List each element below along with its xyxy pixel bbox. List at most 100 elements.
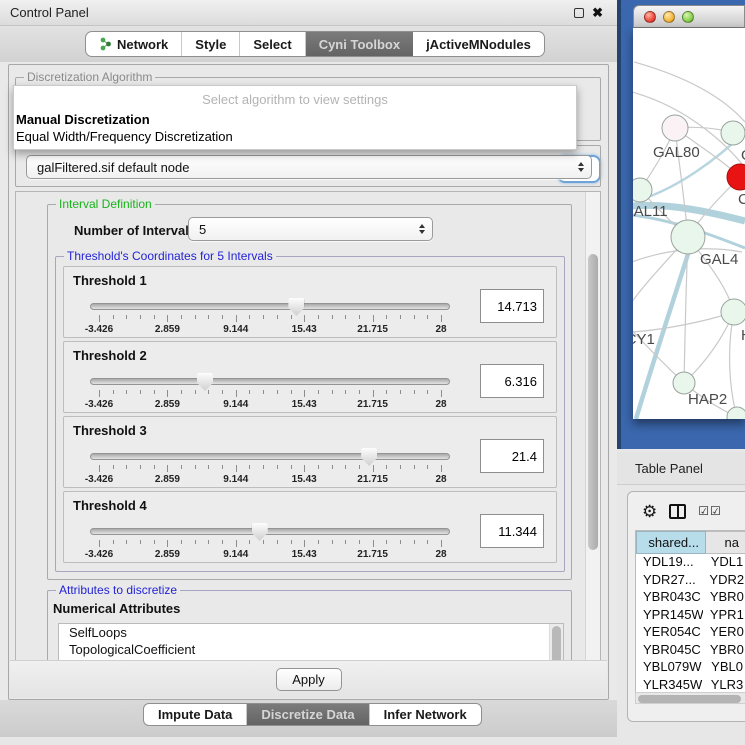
tick-mark bbox=[318, 465, 319, 469]
cell-shared-name[interactable]: YPR145W bbox=[636, 607, 703, 625]
slider-track[interactable] bbox=[90, 378, 450, 385]
table-data-combobox[interactable]: galFiltered.sif default node bbox=[26, 155, 592, 179]
cell-name[interactable]: YPR1 bbox=[703, 607, 745, 625]
number-of-intervals-combobox[interactable]: 5 bbox=[188, 217, 433, 241]
network-node-GAL11[interactable] bbox=[633, 178, 652, 202]
tick-mark bbox=[359, 465, 360, 469]
node-label: GCY1 bbox=[633, 331, 655, 348]
algorithm-option-manual[interactable]: Manual Discretization bbox=[14, 111, 576, 128]
cell-name[interactable]: YDL1 bbox=[704, 554, 745, 572]
threshold-value-field[interactable]: 21.4 bbox=[480, 439, 544, 473]
network-node-GAL4[interactable] bbox=[671, 220, 705, 254]
checkbox-icons[interactable]: ☑☑ bbox=[698, 504, 722, 518]
cell-shared-name[interactable]: YBL079W bbox=[636, 659, 704, 677]
tick-mark bbox=[441, 315, 442, 322]
gear-icon[interactable]: ⚙ bbox=[642, 503, 657, 520]
column-header-name[interactable]: na bbox=[706, 531, 745, 554]
algorithm-option-equal-width[interactable]: Equal Width/Frequency Discretization bbox=[14, 128, 576, 145]
attribute-item[interactable]: SelfLoops bbox=[59, 624, 563, 641]
zoom-traffic-light-icon[interactable] bbox=[682, 11, 694, 23]
close-icon[interactable]: ✖ bbox=[592, 8, 603, 18]
table-row[interactable]: YDL19...YDL1 bbox=[636, 554, 745, 572]
threshold-slider[interactable]: -3.4262.8599.14415.4321.71528 bbox=[90, 445, 450, 485]
network-node-unlabeled[interactable] bbox=[727, 407, 745, 419]
table-panel: ⚙ ☑☑ shared... na YDL19...YDL1YDR27...YD… bbox=[627, 491, 745, 722]
tick-mark bbox=[236, 540, 237, 547]
tick-mark bbox=[181, 390, 182, 394]
cell-name[interactable]: YER0 bbox=[703, 624, 745, 642]
cell-shared-name[interactable]: YBR043C bbox=[636, 589, 703, 607]
tick-mark bbox=[318, 390, 319, 394]
threshold-value-field[interactable]: 11.344 bbox=[480, 514, 544, 548]
cell-name[interactable]: YBL0 bbox=[704, 659, 745, 677]
tick-label: 15.43 bbox=[292, 474, 317, 485]
close-traffic-light-icon[interactable] bbox=[644, 11, 656, 23]
settings-vertical-scrollbar[interactable] bbox=[585, 192, 600, 660]
tick-mark bbox=[277, 540, 278, 544]
threshold-slider[interactable]: -3.4262.8599.14415.4321.71528 bbox=[90, 520, 450, 560]
tick-mark bbox=[373, 465, 374, 472]
tab-network[interactable]: Network bbox=[86, 32, 182, 56]
cell-name[interactable]: YBR0 bbox=[703, 642, 745, 660]
cell-shared-name[interactable]: YER054C bbox=[636, 624, 703, 642]
slider-thumb-icon[interactable] bbox=[288, 298, 304, 316]
threshold-slider[interactable]: -3.4262.8599.14415.4321.71528 bbox=[90, 370, 450, 410]
tick-mark bbox=[277, 465, 278, 469]
table-header-row: shared... na bbox=[636, 531, 745, 554]
tick-mark bbox=[99, 315, 100, 322]
slider-thumb-icon[interactable] bbox=[252, 523, 268, 541]
tick-mark bbox=[181, 540, 182, 544]
tab-style[interactable]: Style bbox=[182, 32, 240, 56]
network-node-H[interactable] bbox=[721, 299, 745, 325]
tab-discretize-data[interactable]: Discretize Data bbox=[247, 704, 369, 725]
slider-track[interactable] bbox=[90, 453, 450, 460]
threshold-panel-3: Threshold 3 -3.4262.8599.14415.4321.7152… bbox=[63, 416, 557, 488]
tick-mark bbox=[154, 390, 155, 394]
table-horizontal-scrollbar[interactable] bbox=[635, 692, 745, 704]
slider-thumb-icon[interactable] bbox=[361, 448, 377, 466]
network-view-window[interactable]: GAL80GACGAL11GAL4GCY1HHAP2 bbox=[617, 0, 745, 449]
table-row[interactable]: YBR043CYBR0 bbox=[636, 589, 745, 607]
slider-track[interactable] bbox=[90, 303, 450, 310]
slider-thumb-icon[interactable] bbox=[197, 373, 213, 391]
cell-name[interactable]: YBR0 bbox=[703, 589, 745, 607]
table-row[interactable]: YPR145WYPR1 bbox=[636, 607, 745, 625]
threshold-value-field[interactable]: 6.316 bbox=[480, 364, 544, 398]
split-columns-icon[interactable] bbox=[669, 504, 686, 519]
tab-select[interactable]: Select bbox=[240, 32, 305, 56]
apply-button[interactable]: Apply bbox=[276, 668, 342, 691]
tab-infer-network[interactable]: Infer Network bbox=[370, 704, 481, 725]
column-header-shared-name[interactable]: shared... bbox=[636, 531, 706, 554]
tab-jactivemnodules[interactable]: jActiveMNodules bbox=[413, 32, 544, 56]
table-row[interactable]: YDR27...YDR2 bbox=[636, 572, 745, 590]
network-node-GAL80[interactable] bbox=[662, 115, 688, 141]
tick-mark bbox=[126, 540, 127, 544]
node-label: GAL4 bbox=[700, 251, 738, 268]
slider-ticks bbox=[90, 315, 450, 323]
tab-cyni-toolbox[interactable]: Cyni Toolbox bbox=[306, 32, 413, 56]
cell-shared-name[interactable]: YBR045C bbox=[636, 642, 703, 660]
float-window-icon[interactable] bbox=[574, 8, 584, 18]
network-canvas[interactable]: GAL80GACGAL11GAL4GCY1HHAP2 bbox=[633, 28, 745, 419]
tick-mark bbox=[140, 540, 141, 544]
scrollbar-thumb[interactable] bbox=[638, 695, 741, 703]
slider-track[interactable] bbox=[90, 528, 450, 535]
tick-mark bbox=[332, 390, 333, 394]
table-row[interactable]: YBR045CYBR0 bbox=[636, 642, 745, 660]
table-row[interactable]: YBL079WYBL0 bbox=[636, 659, 745, 677]
control-panel: Control Panel ✖ Network Styl bbox=[0, 0, 617, 737]
tick-mark bbox=[373, 540, 374, 547]
cell-shared-name[interactable]: YDL19... bbox=[636, 554, 704, 572]
tick-mark bbox=[414, 315, 415, 319]
threshold-value-field[interactable]: 14.713 bbox=[480, 289, 544, 323]
table-row[interactable]: YER054CYER0 bbox=[636, 624, 745, 642]
cell-shared-name[interactable]: YDR27... bbox=[636, 572, 702, 590]
minimize-traffic-light-icon[interactable] bbox=[663, 11, 675, 23]
threshold-slider[interactable]: -3.4262.8599.14415.4321.71528 bbox=[90, 295, 450, 335]
network-window-titlebar[interactable] bbox=[633, 5, 745, 28]
scrollbar-thumb[interactable] bbox=[588, 254, 598, 550]
cell-name[interactable]: YDR2 bbox=[702, 572, 745, 590]
tab-impute-data[interactable]: Impute Data bbox=[144, 704, 247, 725]
attribute-item[interactable]: TopologicalCoefficient bbox=[59, 641, 563, 658]
network-node-GA[interactable] bbox=[721, 121, 745, 145]
